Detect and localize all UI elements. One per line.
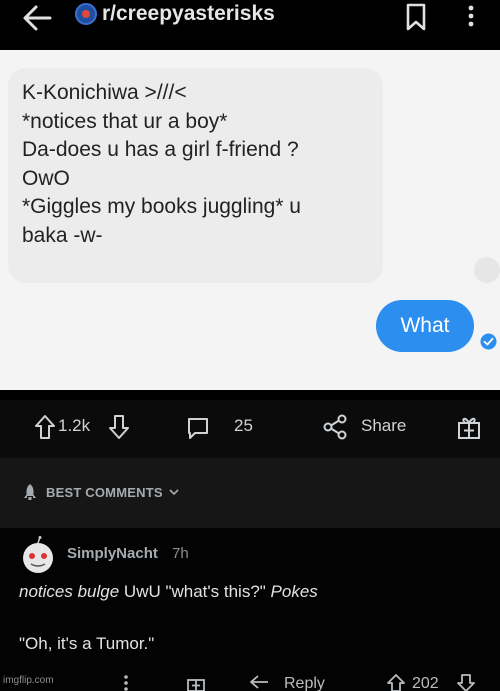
avatar[interactable] bbox=[20, 536, 56, 576]
sent-message-bubble: What bbox=[376, 300, 474, 352]
message-line: baka -w- bbox=[22, 223, 103, 247]
comment-text: UwU "what's this?" bbox=[119, 582, 271, 601]
more-vertical-icon[interactable] bbox=[466, 2, 476, 32]
downvote-icon[interactable] bbox=[108, 414, 130, 440]
upvote-count: 1.2k bbox=[58, 416, 91, 435]
top-bar: r/creepyasterisks bbox=[0, 0, 500, 50]
comment-italic-text: notices bulge bbox=[19, 582, 120, 601]
typing-indicator bbox=[474, 257, 500, 283]
post-image[interactable]: K-Konichiwa >///< *notices that ur a boy… bbox=[0, 50, 500, 390]
award-icon[interactable] bbox=[456, 414, 482, 440]
read-check-icon bbox=[480, 333, 497, 350]
message-line: K-Konichiwa >///< bbox=[22, 81, 187, 104]
reply-icon[interactable] bbox=[248, 674, 272, 691]
message-line: *notices that ur a boy* bbox=[22, 109, 228, 133]
comment-sort-label: BEST COMMENTS bbox=[46, 484, 163, 500]
arrow-left-icon[interactable] bbox=[20, 4, 56, 32]
comment-more-icon[interactable] bbox=[123, 674, 129, 691]
comment-username[interactable]: SimplyNacht bbox=[67, 545, 158, 562]
subreddit-avatar[interactable] bbox=[75, 3, 97, 25]
comment-body-line: notices bulge UwU "what's this?" Pokes bbox=[19, 582, 318, 602]
watermark: imgflip.com bbox=[3, 675, 54, 686]
bookmark-icon[interactable] bbox=[404, 2, 428, 32]
upvote-icon[interactable] bbox=[34, 414, 56, 440]
comment-vote-count: 202 bbox=[412, 675, 439, 691]
chevron-down-icon bbox=[169, 489, 179, 496]
comment-italic-text: Pokes bbox=[270, 582, 318, 601]
message-line: OwO bbox=[22, 166, 70, 190]
message-line: Da-does u has a girl f-friend ? bbox=[22, 138, 299, 161]
comment-body-line: "Oh, it's a Tumor." bbox=[19, 634, 155, 653]
comment-upvote-icon[interactable] bbox=[386, 674, 406, 691]
message-line: *Giggles my books juggling* u bbox=[22, 195, 301, 218]
comment-icon[interactable] bbox=[186, 416, 210, 440]
comment-downvote-icon[interactable] bbox=[456, 674, 476, 691]
share-icon[interactable] bbox=[322, 414, 348, 440]
rocket-icon bbox=[24, 484, 36, 500]
comment-count: 25 bbox=[234, 416, 253, 435]
comment-timestamp: 7h bbox=[172, 545, 189, 562]
post-action-bar: 1.2k 25 Share bbox=[0, 400, 500, 458]
share-label[interactable]: Share bbox=[361, 416, 406, 436]
subreddit-name[interactable]: r/creepyasterisks bbox=[102, 2, 275, 26]
received-message-bubble: K-Konichiwa >///< *notices that ur a boy… bbox=[8, 68, 383, 283]
reply-button[interactable]: Reply bbox=[284, 675, 325, 691]
comment-sort-button[interactable]: BEST COMMENTS bbox=[22, 482, 179, 502]
comment-award-icon[interactable] bbox=[186, 674, 206, 691]
